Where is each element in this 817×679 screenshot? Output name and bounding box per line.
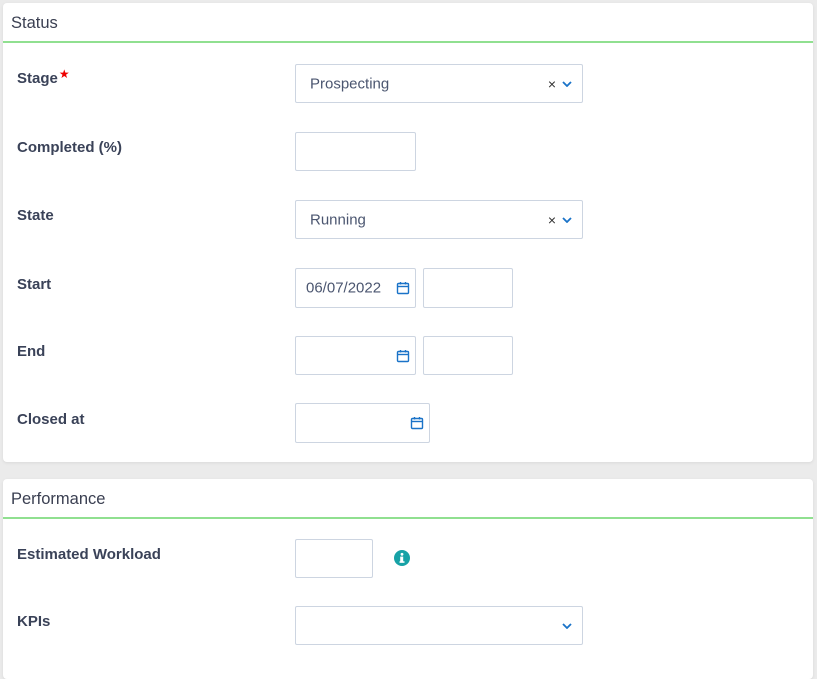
status-section-title: Status (3, 3, 813, 43)
clear-icon[interactable]: × (548, 213, 556, 227)
state-value: Running (310, 211, 366, 228)
kpis-select[interactable] (295, 606, 583, 645)
end-time-input[interactable] (423, 336, 513, 375)
stage-value: Prospecting (310, 75, 390, 92)
completed-label: Completed (%) (17, 139, 122, 156)
start-time-input[interactable] (423, 268, 513, 308)
chevron-down-icon[interactable] (562, 217, 572, 223)
performance-section-title: Performance (3, 479, 813, 519)
required-star-icon: ★ (58, 67, 70, 81)
closed-at-label: Closed at (17, 411, 85, 428)
calendar-icon[interactable] (410, 416, 424, 430)
chevron-down-icon[interactable] (562, 623, 572, 629)
kpis-label: KPIs (17, 613, 51, 630)
stage-label: Stage★ (17, 67, 70, 87)
info-icon[interactable] (394, 550, 410, 566)
calendar-icon[interactable] (396, 281, 410, 295)
chevron-down-icon[interactable] (562, 81, 572, 87)
performance-panel: Performance Estimated Workload KPIs (3, 479, 813, 679)
estimated-workload-input[interactable] (295, 539, 373, 578)
completed-input[interactable] (295, 132, 416, 171)
start-label: Start (17, 276, 52, 293)
end-label: End (17, 343, 46, 360)
start-date-input[interactable]: 06/07/2022 (295, 268, 416, 308)
estimated-workload-label: Estimated Workload (17, 546, 161, 563)
closed-at-date-input[interactable] (295, 403, 430, 443)
end-date-input[interactable] (295, 336, 416, 375)
clear-icon[interactable]: × (548, 77, 556, 91)
state-label: State (17, 207, 54, 224)
stage-select[interactable]: Prospecting × (295, 64, 583, 103)
state-select[interactable]: Running × (295, 200, 583, 239)
calendar-icon[interactable] (396, 349, 410, 363)
status-panel: Status Stage★ Prospecting × Completed (%… (3, 3, 813, 462)
